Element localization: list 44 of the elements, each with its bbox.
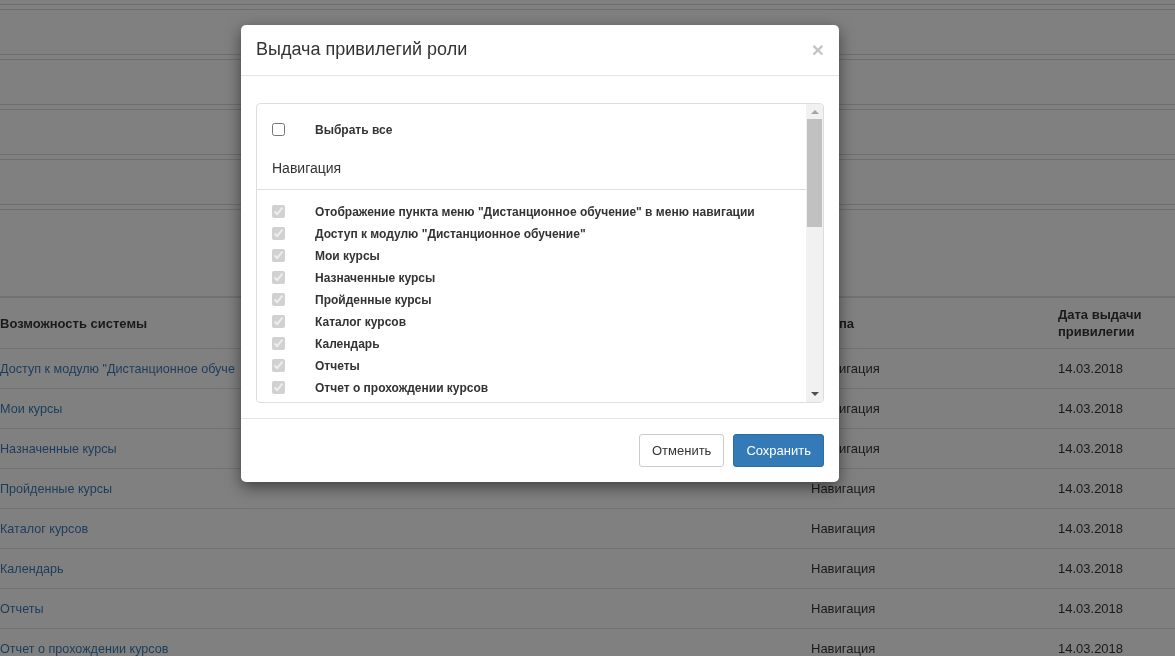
capability-link[interactable]: Отчеты <box>0 601 44 616</box>
checkbox-label: Пройденные курсы <box>315 291 432 309</box>
capability-link[interactable]: Каталог курсов <box>0 521 89 536</box>
table-cell: 14.03.2018 <box>1058 640 1124 656</box>
checkbox-label: Календарь <box>315 335 380 353</box>
capability-link[interactable]: Назначенные курсы <box>0 441 117 456</box>
dialog-title: Выдача привилегий роли <box>256 39 468 61</box>
table-cell: Навигация <box>811 600 876 616</box>
capability-link[interactable]: Календарь <box>0 561 64 576</box>
checkbox-label: Назначенные курсы <box>315 269 436 287</box>
checkbox-label: Мои курсы <box>315 247 380 265</box>
scrollbar[interactable] <box>806 103 823 402</box>
capability-link[interactable]: Отчет о прохождении курсов <box>0 641 169 656</box>
table-cell: 14.03.2018 <box>1058 360 1124 376</box>
column-header: па <box>839 315 855 331</box>
table-cell: 14.03.2018 <box>1058 560 1124 576</box>
table-cell: Навигация <box>811 560 876 576</box>
table-cell: 14.03.2018 <box>1058 600 1124 616</box>
save-button[interactable]: Сохранить <box>733 433 824 468</box>
table-cell: игация <box>839 440 880 456</box>
table-cell: игация <box>839 360 880 376</box>
table-cell: 14.03.2018 <box>1058 400 1124 416</box>
checkbox-label: Доступ к модулю "Дистанционное обучение" <box>315 225 586 243</box>
checkbox-label: Отображение пункта меню "Дистанционное обучение" в меню навигации <box>315 203 755 221</box>
column-header: Возможность системы <box>0 315 148 331</box>
table-cell: Навигация <box>811 520 876 536</box>
cancel-button[interactable]: Отменить <box>639 433 725 468</box>
capability-link[interactable]: Доступ к модулю "Дистанционное обуче <box>0 361 235 376</box>
checkbox-label: Выбрать все <box>315 121 393 139</box>
capability-link[interactable]: Мои курсы <box>0 401 63 416</box>
checkbox-label: Отчеты <box>315 357 360 375</box>
checkbox[interactable] <box>272 123 285 137</box>
table-cell: 14.03.2018 <box>1058 480 1124 496</box>
table-cell: игация <box>839 400 880 416</box>
table-cell: Навигация <box>811 480 876 496</box>
checkbox-label: Каталог курсов <box>315 313 407 331</box>
table-cell: 14.03.2018 <box>1058 440 1124 456</box>
column-header: Дата выдачи привилегии <box>1058 306 1143 340</box>
section-heading: Навигация <box>257 138 806 190</box>
table-cell: 14.03.2018 <box>1058 520 1124 536</box>
capability-link[interactable]: Пройденные курсы <box>0 481 113 496</box>
checkbox-label: Отчет о прохождении курсов <box>315 379 489 397</box>
table-cell: Навигация <box>811 640 876 656</box>
close-button[interactable]: × <box>811 39 824 61</box>
